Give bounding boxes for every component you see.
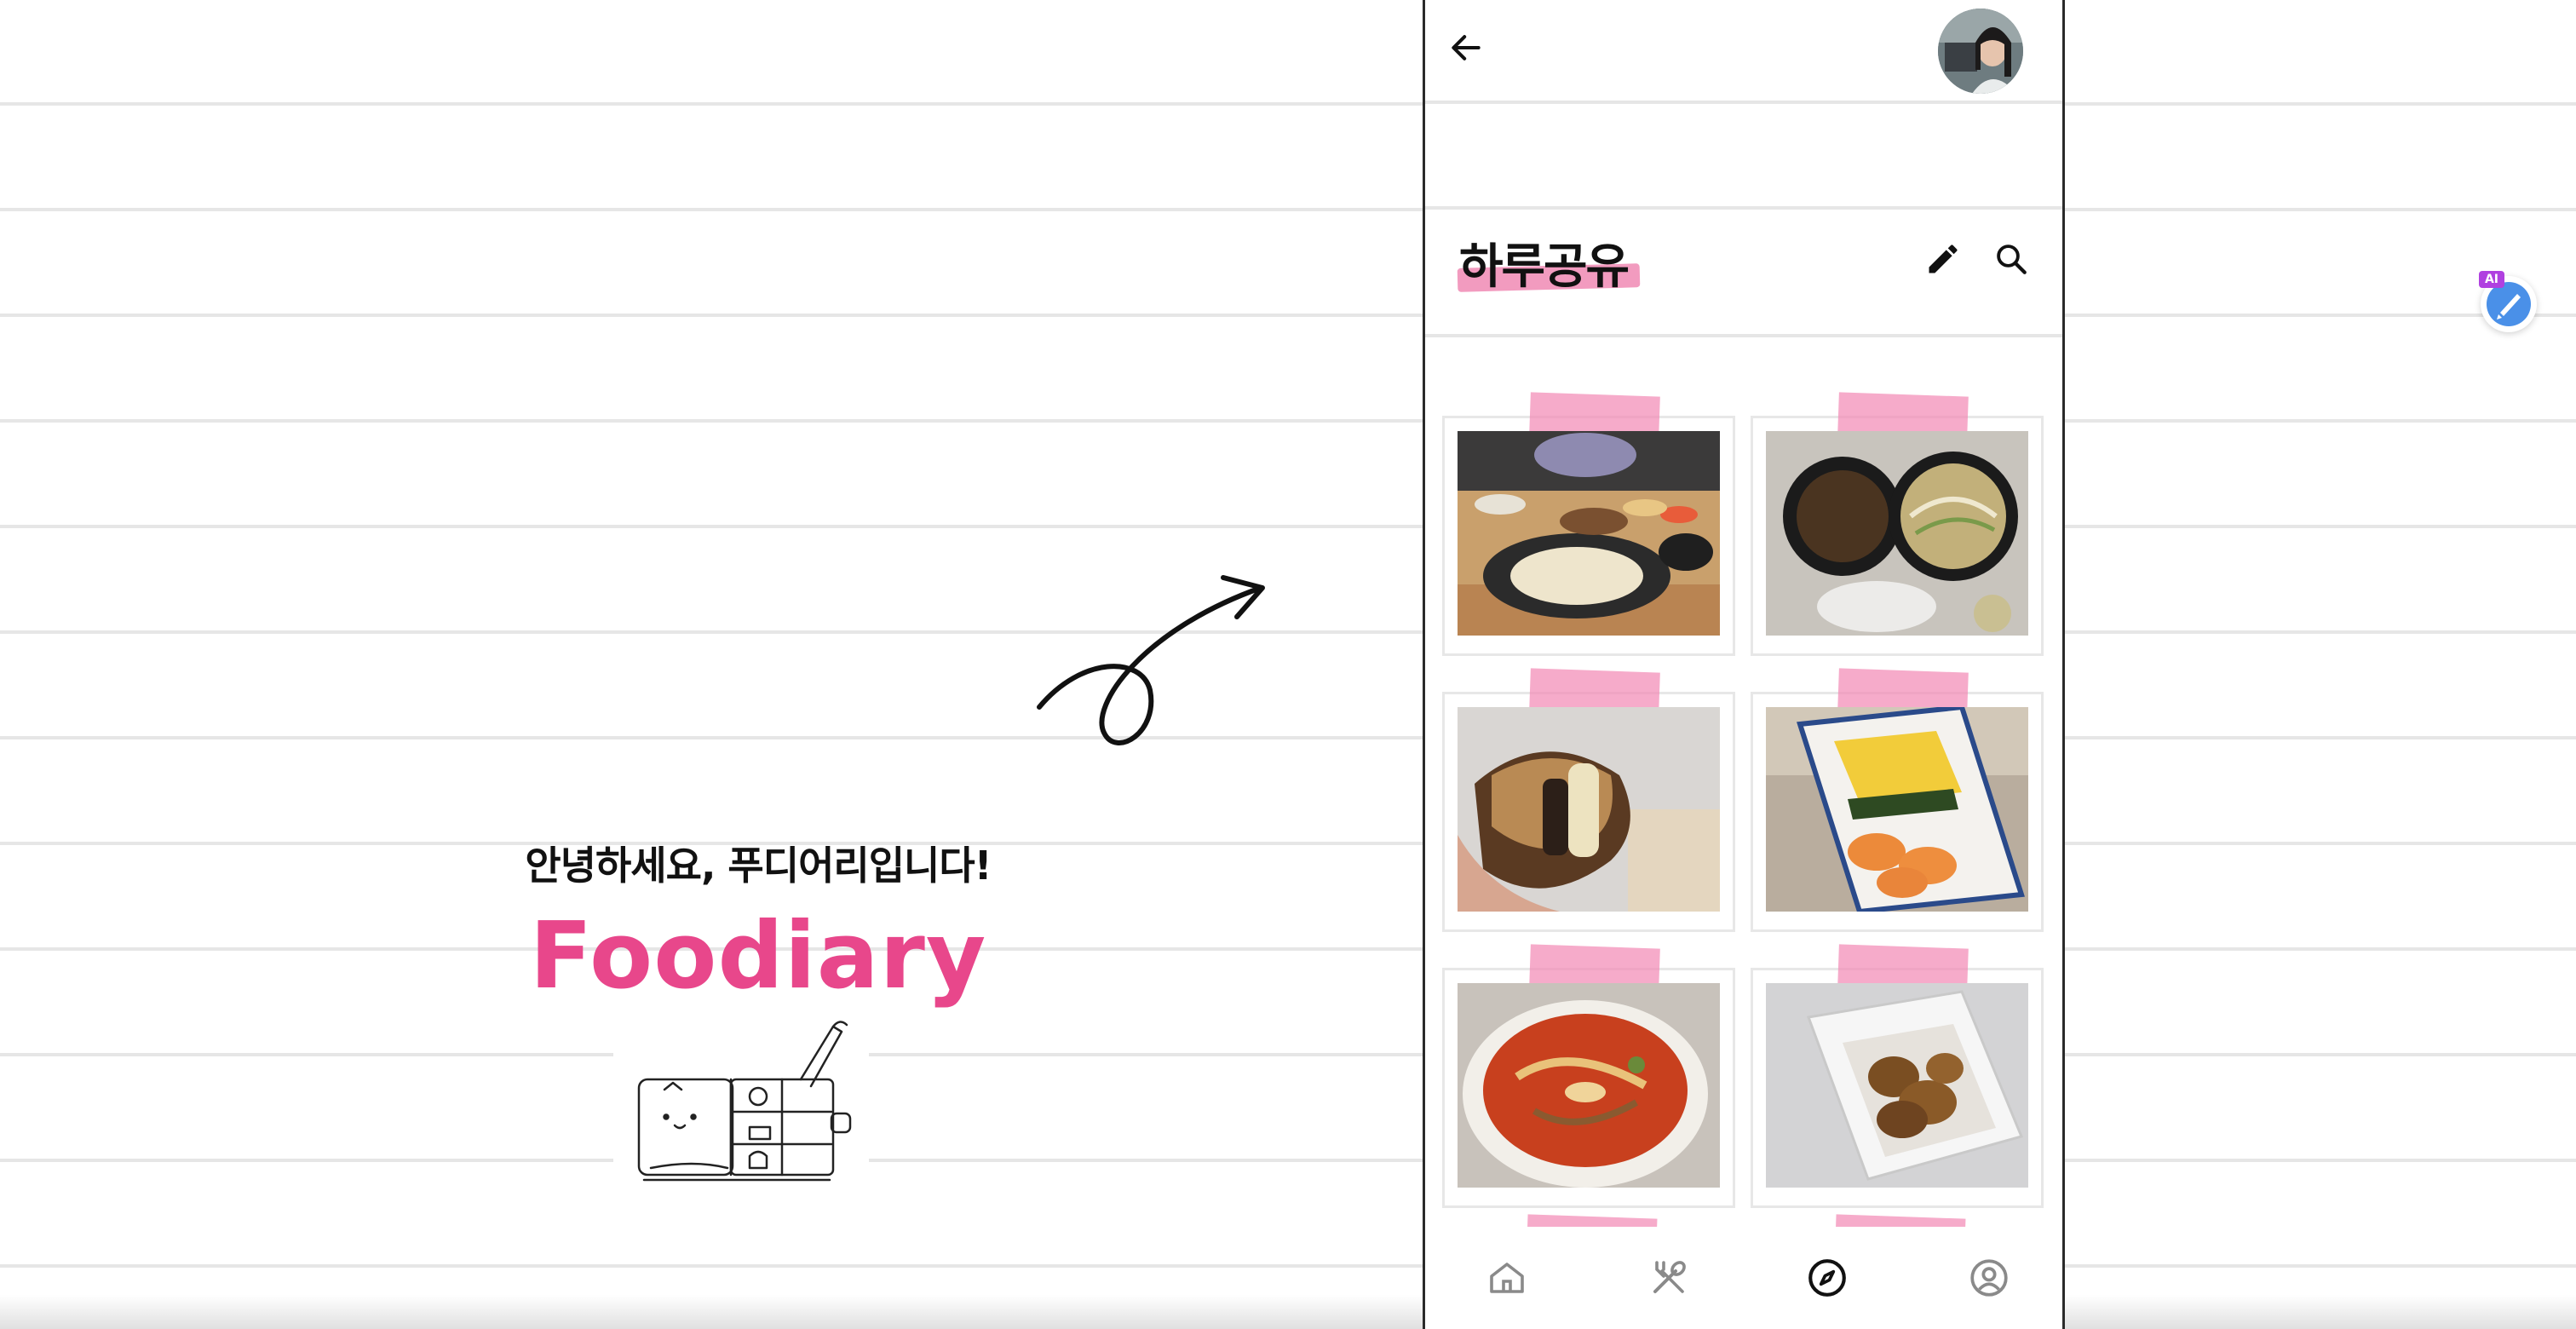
- fork-spoon-icon: [1653, 1261, 1686, 1293]
- write-post-button[interactable]: [1918, 233, 1969, 285]
- ruled-line: [0, 102, 2576, 106]
- ruled-line: [0, 630, 2576, 634]
- post-card[interactable]: [1442, 392, 1735, 656]
- ai-assistant-widget[interactable]: AI: [2474, 268, 2542, 336]
- ruled-line: [0, 1264, 2576, 1268]
- ruled-line: [0, 947, 2576, 951]
- food-photo-jajangmyeon: [1766, 431, 2028, 636]
- ruled-line: [1425, 334, 2062, 337]
- arrow-left-icon: [1452, 35, 1481, 60]
- post-photo: [1766, 983, 2028, 1188]
- post-card[interactable]: [1751, 668, 2044, 932]
- nav-profile[interactable]: [1962, 1251, 2016, 1305]
- nav-restaurants[interactable]: [1642, 1251, 1696, 1305]
- greeting-text: 안녕하세요, 푸디어리입니다!: [525, 843, 992, 889]
- post-photo: [1458, 707, 1720, 912]
- post-photo: [1458, 431, 1720, 636]
- post-card[interactable]: [1442, 944, 1735, 1208]
- ruled-line: [0, 419, 2576, 423]
- top-bar: [1425, 0, 2062, 101]
- search-icon: [1997, 245, 2027, 274]
- post-photo: [1458, 983, 1720, 1188]
- ruled-line: [0, 842, 2576, 845]
- avatar[interactable]: [1938, 9, 2023, 94]
- post-card[interactable]: [1442, 668, 1735, 932]
- post-card[interactable]: [1751, 392, 2044, 656]
- post-photo: [1766, 707, 2028, 912]
- food-photo-udon-table: [1458, 431, 1720, 636]
- post-photo: [1766, 431, 2028, 636]
- ai-badge: AI: [2479, 271, 2504, 288]
- ruled-line: [0, 736, 2576, 739]
- ruled-line: [0, 1053, 2576, 1056]
- page: 안녕하세요, 푸디어리입니다! Foodiary 하루공유 AI: [0, 0, 2576, 1329]
- compass-icon: [1808, 1259, 1846, 1297]
- ruled-line: [0, 208, 2576, 211]
- ruled-line: [0, 1159, 2576, 1162]
- brand-logo-text: Foodiary: [529, 903, 987, 1010]
- pencil-icon: [1929, 245, 1958, 273]
- ruled-line: [0, 314, 2576, 317]
- post-card[interactable]: [1751, 944, 2044, 1208]
- user-circle-icon: [1970, 1259, 2008, 1297]
- back-button[interactable]: [1437, 19, 1495, 77]
- ruled-line: [1425, 101, 2062, 104]
- nav-explore[interactable]: [1800, 1251, 1854, 1305]
- bottom-shade: [0, 1295, 2576, 1329]
- food-photo-egg-roll-sushi: [1766, 707, 2028, 912]
- nav-home[interactable]: [1480, 1251, 1534, 1305]
- diary-with-pen-illustration: [613, 1018, 869, 1188]
- ruled-line: [1425, 206, 2062, 210]
- page-title: 하루공유: [1459, 239, 1630, 295]
- search-button[interactable]: [1986, 233, 2037, 285]
- food-photo-spicy-stew: [1458, 983, 1720, 1188]
- food-photo-fried-chicken-box: [1766, 983, 2028, 1188]
- food-photo-fried-sandwich: [1458, 707, 1720, 912]
- home-icon: [1490, 1263, 1524, 1293]
- page-header: 하루공유: [1425, 213, 2062, 307]
- swirl-arrow: [1022, 562, 1278, 767]
- ruled-line: [0, 525, 2576, 528]
- mobile-app-frame: 하루공유: [1423, 0, 2065, 1329]
- bottom-navigation: [1425, 1227, 2062, 1329]
